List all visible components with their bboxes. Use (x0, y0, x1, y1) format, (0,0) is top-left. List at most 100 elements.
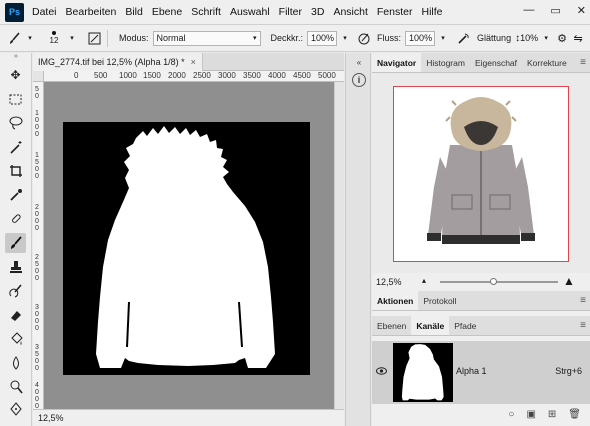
pressure-opacity-icon[interactable] (356, 30, 372, 46)
tab-korrekturen[interactable]: Korrekture (522, 53, 572, 72)
healing-brush-icon[interactable] (5, 209, 26, 229)
menu-schrift[interactable]: Schrift (191, 6, 221, 18)
dodge-tool-icon[interactable] (5, 377, 26, 397)
tab-kanaele[interactable]: Kanäle (411, 316, 450, 335)
save-selection-icon[interactable]: ▣ (526, 409, 535, 420)
clone-stamp-icon[interactable] (5, 257, 26, 277)
ruler-h-label: 3000 (218, 71, 236, 80)
channel-row[interactable]: Alpha 1 Strg+6 (372, 341, 590, 404)
close-window-button[interactable]: ✕ (577, 4, 586, 17)
ruler-v-label: 0 (35, 389, 39, 396)
zoom-level[interactable]: 12,5% (38, 413, 64, 423)
glaettung-value[interactable]: 10% (520, 33, 538, 43)
ruler-corner[interactable] (33, 71, 44, 82)
brush-tool-icon[interactable] (5, 233, 26, 253)
ruler-v-label: 0 (35, 225, 39, 232)
lasso-tool-icon[interactable] (5, 113, 26, 133)
photoshop-logo[interactable]: Ps (5, 2, 24, 22)
pen-tool-icon[interactable] (5, 399, 26, 419)
menu-hilfe[interactable]: Hilfe (422, 6, 443, 18)
close-tab-icon[interactable]: × (191, 57, 196, 67)
menu-datei[interactable]: Datei (32, 6, 57, 18)
visibility-eye-icon[interactable] (376, 367, 387, 378)
tab-navigator[interactable]: Navigator (372, 53, 422, 72)
navigator-zoom-field[interactable]: 12,5% (376, 277, 420, 287)
horizontal-ruler[interactable]: 0 500 1000 1500 2000 2500 3000 3500 4000… (44, 71, 344, 82)
ruler-v-label: 0 (35, 211, 39, 218)
panel-menu-icon[interactable]: ≡ (580, 295, 586, 306)
zoom-slider-thumb[interactable] (490, 278, 498, 285)
actions-tab-bar: Aktionen Protokoll ≡ (372, 291, 590, 311)
deckkraft-value: 100% (311, 33, 335, 43)
panel-menu-icon[interactable]: ≡ (580, 320, 586, 331)
navigator-zoom-controls: 12,5% ▴ ▲ (372, 273, 590, 291)
modus-select[interactable]: Normal ▾ (152, 30, 261, 46)
airbrush-icon[interactable] (455, 30, 471, 46)
chevron-down-icon[interactable]: ▾ (435, 30, 451, 46)
toolbox: » ✥ (0, 53, 32, 426)
brush-tool-icon[interactable] (6, 30, 22, 46)
ruler-v-label: 5 (35, 159, 39, 166)
menu-bild[interactable]: Bild (125, 6, 143, 18)
magic-wand-icon[interactable] (5, 137, 26, 157)
brush-size-picker[interactable]: 12 (44, 31, 64, 45)
panel-menu-icon[interactable]: ≡ (580, 57, 586, 68)
new-channel-icon[interactable]: ⊞ (548, 409, 556, 420)
navigator-preview[interactable] (372, 73, 590, 273)
tab-protokoll[interactable]: Protokoll (418, 291, 461, 310)
zoom-out-icon[interactable]: ▴ (422, 276, 426, 285)
info-icon[interactable]: i (352, 73, 366, 87)
eyedropper-icon[interactable] (5, 185, 26, 205)
menu-fenster[interactable]: Fenster (377, 6, 413, 18)
collapse-panels-icon[interactable]: « (352, 55, 366, 69)
chevron-down-icon[interactable]: ▾ (337, 30, 353, 46)
navigator-tab-bar: Navigator Histogram Eigenschaf Korrektur… (372, 53, 590, 73)
minimize-button[interactable]: — (523, 4, 534, 17)
ruler-v-label: 0 (35, 365, 39, 372)
menu-filter[interactable]: Filter (279, 6, 302, 18)
chevron-down-icon[interactable]: ▾ (22, 30, 38, 46)
glaettung-label: Glättung (477, 33, 512, 43)
marquee-tool-icon[interactable] (5, 89, 26, 109)
zoom-in-icon[interactable]: ▲ (563, 274, 575, 288)
brush-size-value: 12 (49, 36, 59, 45)
vertical-scrollbar[interactable] (334, 82, 344, 409)
load-selection-icon[interactable]: ○ (508, 409, 514, 420)
fluss-field[interactable]: 100% (405, 30, 436, 46)
paint-bucket-icon[interactable] (5, 329, 26, 349)
vertical-ruler[interactable]: 5 0 1 0 0 0 1 5 0 0 2 0 0 0 2 5 0 0 3 0 … (33, 82, 44, 409)
trash-icon[interactable]: 🗑 (568, 409, 581, 420)
menu-bearbeiten[interactable]: Bearbeiten (66, 6, 117, 18)
menu-ebene[interactable]: Ebene (152, 6, 182, 18)
tab-eigenschaften[interactable]: Eigenschaf (470, 53, 522, 72)
ruler-v-label: 5 (35, 261, 39, 268)
blur-tool-icon[interactable] (5, 353, 26, 373)
tab-histogram[interactable]: Histogram (421, 53, 470, 72)
navigator-view-frame[interactable] (393, 86, 569, 262)
crop-tool-icon[interactable] (5, 161, 26, 181)
settings-gear-icon[interactable]: ⚙ (554, 30, 570, 46)
alpha-channel-image[interactable] (63, 122, 310, 375)
eraser-icon[interactable] (5, 305, 26, 325)
move-tool-icon[interactable]: ✥ (5, 65, 26, 85)
menu-auswahl[interactable]: Auswahl (230, 6, 270, 18)
ruler-v-label: 2 (35, 204, 39, 211)
document-tab[interactable]: IMG_2774.tif bei 12,5% (Alpha 1/8) * × (33, 53, 203, 71)
chevron-down-icon[interactable]: ▾ (538, 30, 554, 46)
brush-settings-icon[interactable] (86, 30, 102, 46)
toolbox-collapse-icon[interactable]: » (0, 53, 32, 61)
deckkraft-field[interactable]: 100% (307, 30, 338, 46)
menu-3d[interactable]: 3D (311, 6, 324, 18)
collapsed-panel-strip: « i (345, 53, 371, 426)
history-brush-icon[interactable] (5, 281, 26, 301)
menu-ansicht[interactable]: Ansicht (333, 6, 367, 18)
ruler-h-label: 500 (94, 71, 108, 80)
ruler-v-label: 4 (35, 382, 39, 389)
tab-ebenen[interactable]: Ebenen (372, 316, 411, 335)
symmetry-icon[interactable]: ⇋ (570, 30, 586, 46)
tab-aktionen[interactable]: Aktionen (372, 291, 419, 310)
zoom-slider[interactable] (440, 281, 558, 283)
maximize-button[interactable]: ▭ (550, 4, 560, 17)
chevron-down-icon[interactable]: ▾ (64, 30, 80, 46)
tab-pfade[interactable]: Pfade (449, 316, 481, 335)
